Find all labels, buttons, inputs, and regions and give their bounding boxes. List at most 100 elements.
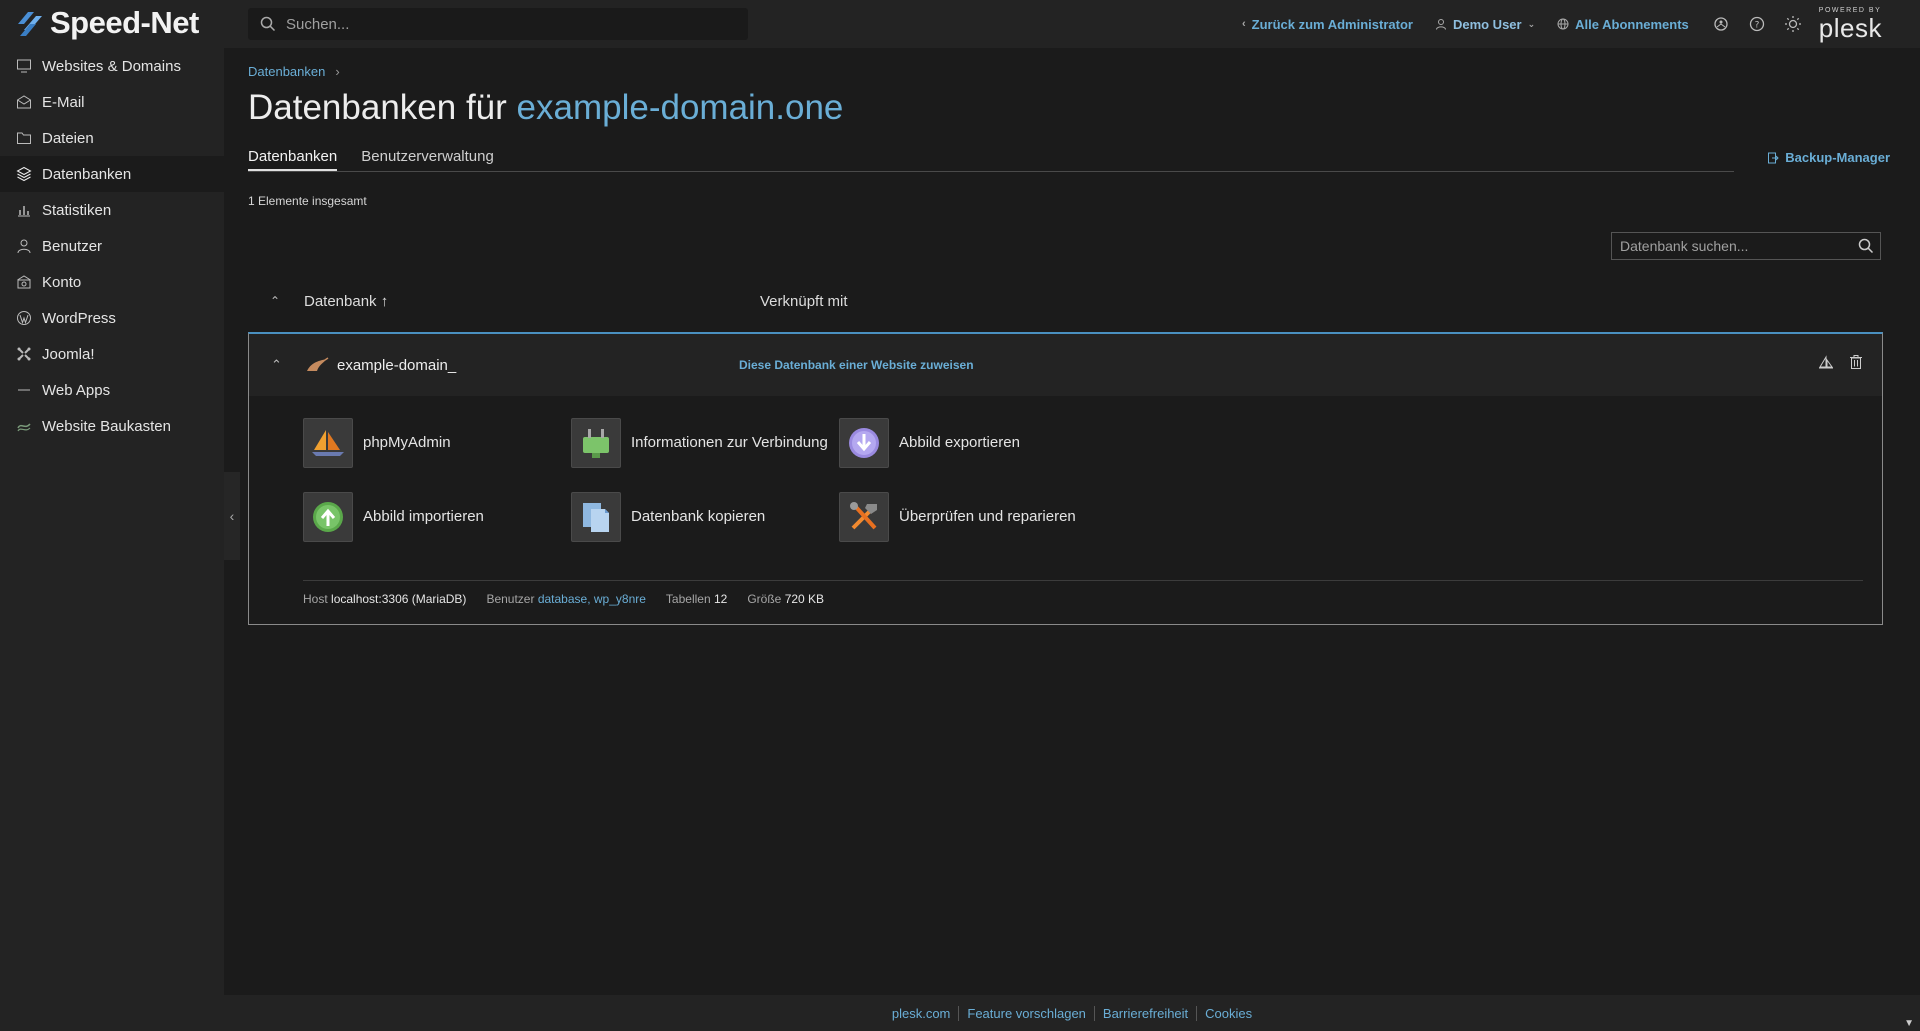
brand-logo[interactable]: Speed-Net bbox=[14, 5, 199, 41]
sidebar-item-benutzer[interactable]: Benutzer bbox=[0, 228, 224, 264]
sidebar-item-label: Dateien bbox=[42, 129, 94, 147]
sidebar-item-konto[interactable]: Konto bbox=[0, 264, 224, 300]
sidebar-item-joomla[interactable]: Joomla! bbox=[0, 336, 224, 372]
theme-toggle-icon[interactable] bbox=[1783, 14, 1803, 34]
sidebar-item-label: Websites & Domains bbox=[42, 57, 181, 75]
plesk-wordmark: plesk bbox=[1818, 13, 1882, 43]
meta-tables-label: Tabellen bbox=[665, 592, 711, 606]
user-icon bbox=[1435, 19, 1446, 30]
mail-icon bbox=[17, 95, 31, 109]
phpmyadmin-label: phpMyAdmin bbox=[363, 434, 451, 451]
collapse-row-icon[interactable]: ⌃ bbox=[249, 357, 305, 373]
chameleon-icon[interactable] bbox=[1711, 14, 1731, 34]
backup-manager-label: Backup-Manager bbox=[1785, 150, 1890, 165]
export-dump-tool[interactable]: Abbild exportieren bbox=[839, 418, 1107, 468]
search-icon bbox=[260, 16, 276, 32]
meta-users: Benutzer database, wp_y8nre bbox=[486, 592, 645, 606]
sidebar-item-datenbanken[interactable]: Datenbanken bbox=[0, 156, 224, 192]
back-to-admin-link[interactable]: ‹ Zurück zum Administrator bbox=[1242, 17, 1413, 32]
export-down-arrow-icon bbox=[839, 418, 889, 468]
import-up-arrow-icon bbox=[303, 492, 353, 542]
item-count: 1 Elemente insgesamt bbox=[248, 194, 367, 208]
database-search[interactable] bbox=[1611, 232, 1881, 260]
meta-user-link-database[interactable]: database bbox=[538, 592, 587, 606]
meta-user-link-wp[interactable]: wp_y8nre bbox=[594, 592, 646, 606]
copy-database-tool[interactable]: Datenbank kopieren bbox=[571, 492, 839, 542]
sidebar-item-label: Website Baukasten bbox=[42, 417, 171, 435]
breadcrumb: Datenbanken › bbox=[248, 64, 340, 79]
all-subscriptions-link[interactable]: Alle Abonnements bbox=[1557, 17, 1689, 32]
user-name: Demo User bbox=[1452, 16, 1522, 32]
meta-users-label: Benutzer bbox=[486, 592, 535, 606]
assign-to-website-link[interactable]: Diese Datenbank einer Website zuweisen bbox=[739, 358, 974, 372]
phpmyadmin-tool[interactable]: phpMyAdmin bbox=[303, 418, 571, 468]
import-dump-tool[interactable]: Abbild importieren bbox=[303, 492, 571, 542]
help-icon[interactable]: ? bbox=[1747, 14, 1767, 34]
wordpress-icon bbox=[17, 311, 31, 325]
page-title-prefix: Datenbanken für bbox=[248, 88, 507, 127]
import-dump-label: Abbild importieren bbox=[363, 508, 484, 525]
backup-manager-link[interactable]: Backup-Manager bbox=[1767, 150, 1890, 165]
database-meta: Host localhost:3306 (MariaDB) Benutzer d… bbox=[303, 580, 1863, 606]
sidebar: Websites & Domains E-Mail Dateien Datenbank… bbox=[0, 48, 224, 1031]
database-name-cell: example-domain_ bbox=[305, 357, 739, 374]
main-content: Datenbanken › Datenbanken für example-do… bbox=[224, 48, 1920, 995]
footer-link-feature[interactable]: Feature vorschlagen bbox=[958, 1005, 1094, 1021]
footer-link-cookies[interactable]: Cookies bbox=[1196, 1005, 1260, 1021]
global-search[interactable] bbox=[248, 8, 748, 40]
search-icon[interactable] bbox=[1858, 238, 1874, 254]
top-navigation: ‹ Zurück zum Administrator Demo User ⌄ A… bbox=[1242, 0, 1920, 48]
sidebar-item-web-apps[interactable]: Web Apps bbox=[0, 372, 224, 408]
user-menu[interactable]: Demo User ⌄ bbox=[1435, 17, 1535, 32]
database-name[interactable]: example-domain_ bbox=[337, 357, 456, 374]
copy-database-label: Datenbank kopieren bbox=[631, 508, 766, 525]
sidebar-item-label: E-Mail bbox=[42, 93, 85, 111]
global-search-input[interactable] bbox=[286, 15, 726, 33]
sidebar-item-statistiken[interactable]: Statistiken bbox=[0, 192, 224, 228]
page-title-domain-link[interactable]: example-domain.one bbox=[517, 88, 844, 127]
sidebar-item-e-mail[interactable]: E-Mail bbox=[0, 84, 224, 120]
tab-bar: Datenbanken Benutzerverwaltung bbox=[248, 148, 1734, 172]
hammer-wrench-icon bbox=[839, 492, 889, 542]
sidebar-item-wordpress[interactable]: WordPress bbox=[0, 300, 224, 336]
expand-all-icon[interactable]: ⌃ bbox=[248, 294, 304, 308]
top-bar: Speed-Net ‹ Zurück zum Administrator Dem… bbox=[0, 0, 1920, 48]
sidebar-item-website-baukasten[interactable]: Website Baukasten bbox=[0, 408, 224, 444]
trash-icon[interactable] bbox=[1848, 354, 1864, 370]
sidebar-item-label: Statistiken bbox=[42, 201, 112, 219]
meta-size-label: Größe bbox=[747, 592, 782, 606]
sidebar-item-label: Benutzer bbox=[42, 237, 103, 255]
backup-icon bbox=[1768, 152, 1779, 163]
check-repair-tool[interactable]: Überprüfen und reparieren bbox=[839, 492, 1107, 542]
table-header: ⌃ Datenbank ↑ Verknüpft mit bbox=[248, 286, 1883, 316]
breadcrumb-databases-link[interactable]: Datenbanken bbox=[248, 64, 325, 79]
database-tools: phpMyAdmin Informationen zur Verbindung … bbox=[303, 418, 1123, 542]
connection-info-tool[interactable]: Informationen zur Verbindung bbox=[571, 418, 839, 468]
footer-link-plesk[interactable]: plesk.com bbox=[884, 1006, 959, 1021]
tab-user-management[interactable]: Benutzerverwaltung bbox=[361, 148, 494, 171]
column-header-linked: Verknüpft mit bbox=[760, 292, 848, 310]
scroll-down-arrow-icon[interactable]: ▼ bbox=[1904, 1018, 1914, 1029]
database-row-header: ⌃ example-domain_ Diese Datenbank einer … bbox=[249, 334, 1882, 396]
apps-icon bbox=[18, 389, 30, 391]
database-search-input[interactable] bbox=[1620, 238, 1852, 254]
sidebar-item-dateien[interactable]: Dateien bbox=[0, 120, 224, 156]
table-row: ⌃ example-domain_ Diese Datenbank einer … bbox=[248, 332, 1883, 625]
account-icon bbox=[17, 275, 31, 289]
phpmyadmin-icon[interactable] bbox=[1818, 354, 1834, 370]
row-actions bbox=[1818, 354, 1864, 370]
sidebar-item-websites-domains[interactable]: Websites & Domains bbox=[0, 48, 224, 84]
meta-tables-value: 12 bbox=[713, 592, 728, 606]
sidebar-item-label: Web Apps bbox=[42, 381, 111, 399]
tab-databases[interactable]: Datenbanken bbox=[248, 148, 338, 171]
column-header-database[interactable]: Datenbank ↑ bbox=[304, 293, 760, 310]
meta-size-value: 720 KB bbox=[784, 592, 825, 606]
sidebar-nav: Websites & Domains E-Mail Dateien Datenbank… bbox=[0, 48, 224, 444]
chevron-left-icon: ‹ bbox=[1241, 18, 1246, 30]
meta-host-value: localhost:3306 (MariaDB) bbox=[331, 592, 467, 606]
folder-icon bbox=[17, 132, 31, 144]
plug-icon bbox=[571, 418, 621, 468]
meta-host: Host localhost:3306 (MariaDB) bbox=[303, 592, 466, 606]
footer-link-accessibility[interactable]: Barrierefreiheit bbox=[1093, 1005, 1196, 1021]
bar-chart-icon bbox=[18, 206, 30, 217]
